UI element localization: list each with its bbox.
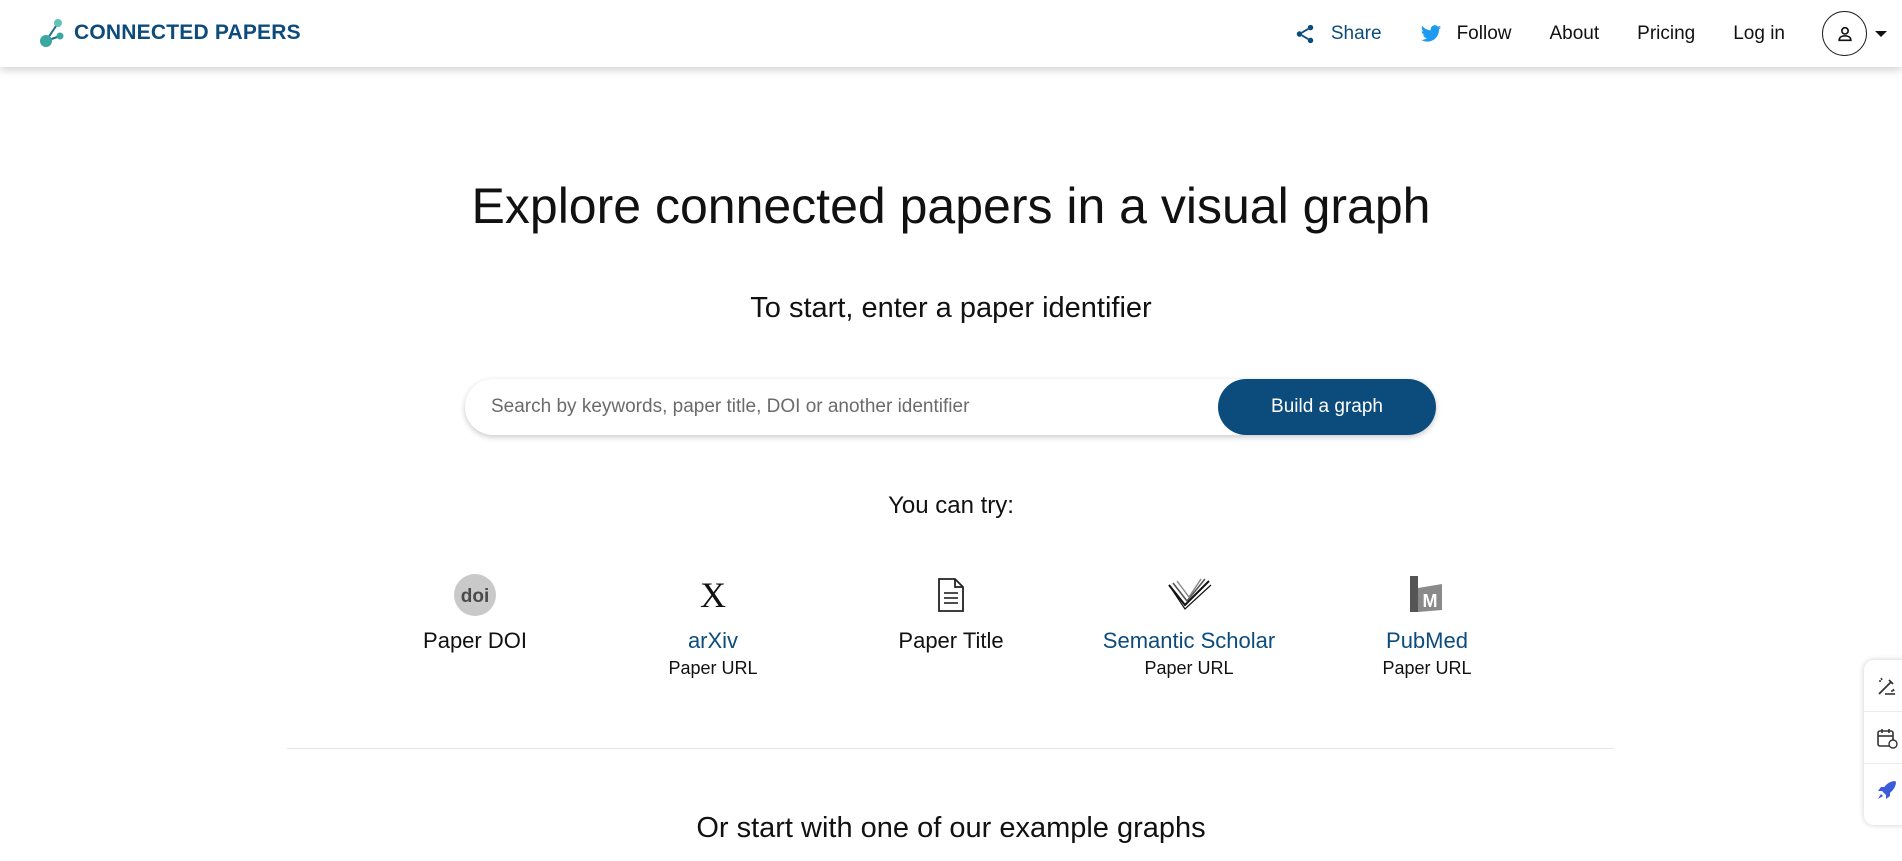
floating-side-widget [1864,660,1902,825]
connected-papers-logo-icon [40,19,64,47]
svg-text:M: M [1423,591,1438,611]
rocket-icon [1878,781,1896,799]
example-arxiv: X arXiv Paper URL [603,572,823,679]
side-widget-calendar-button[interactable] [1864,712,1902,764]
page-title: Explore connected papers in a visual gra… [471,178,1431,234]
example-sub: Paper URL [1144,658,1234,678]
pubmed-icon: M [1410,576,1442,612]
section-divider [287,748,1614,749]
search-input[interactable] [465,379,1218,435]
example-sub: Paper URL [668,658,758,678]
example-graphs-heading: Or start with one of our example graphs [696,812,1206,844]
build-graph-button[interactable]: Build a graph [1218,379,1436,435]
nav-menu: Share Follow About Pricing Log in [1294,0,1902,67]
avatar [1822,11,1867,56]
share-button[interactable]: Share [1294,23,1382,45]
calendar-edit-icon [1877,728,1898,749]
twitter-icon [1420,24,1441,42]
account-menu-button[interactable] [1822,11,1888,56]
example-label: Paper Title [898,628,1004,653]
chevron-down-icon [1875,30,1887,37]
search-bar: Build a graph [465,379,1436,435]
svg-text:X: X [700,575,726,615]
example-pubmed: M PubMed Paper URL [1317,572,1537,679]
follow-label: Follow [1456,22,1512,44]
brand-logo[interactable]: CONNECTED PAPERS [38,16,301,50]
follow-button[interactable]: Follow [1420,22,1512,45]
side-widget-edit-button[interactable] [1864,660,1902,712]
document-icon [938,578,964,612]
doi-icon: doi [454,574,496,616]
try-label: You can try: [888,492,1014,519]
share-icon [1296,24,1314,43]
example-label: Paper DOI [423,628,527,653]
side-widget-rocket-button[interactable] [1864,764,1902,816]
top-navbar: CONNECTED PAPERS Share Follow About Pric… [0,0,1902,67]
nav-pricing[interactable]: Pricing [1637,23,1695,45]
example-sub: Paper URL [1382,658,1472,678]
example-paper-doi: doi Paper DOI [365,572,585,654]
example-link[interactable]: PubMed [1317,628,1537,654]
semantic-scholar-icon [1168,578,1212,610]
page-subtitle: To start, enter a paper identifier [750,292,1152,324]
edit-wand-icon [1878,677,1895,695]
example-paper-title: Paper Title [841,572,1061,654]
svg-text:doi: doi [461,586,490,607]
arxiv-icon: X [700,575,726,615]
brand-name: CONNECTED PAPERS [74,21,301,44]
example-link[interactable]: Semantic Scholar [1079,628,1299,654]
nav-login[interactable]: Log in [1733,23,1785,45]
share-label: Share [1330,22,1382,44]
example-semantic-scholar: Semantic Scholar Paper URL [1079,572,1299,679]
user-icon [1837,26,1852,41]
example-link[interactable]: arXiv [603,628,823,654]
nav-about[interactable]: About [1549,23,1599,45]
